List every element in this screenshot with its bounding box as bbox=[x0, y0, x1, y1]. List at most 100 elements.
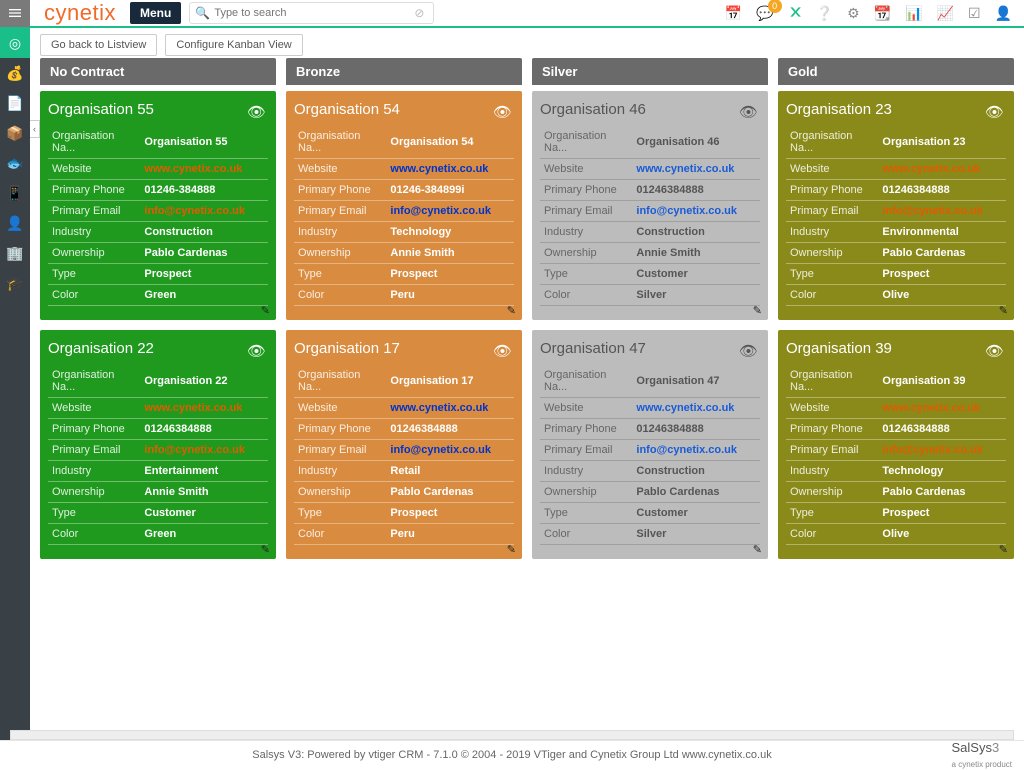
field-value[interactable]: www.cynetix.co.uk bbox=[140, 159, 268, 180]
edit-icon[interactable]: ✎ bbox=[753, 543, 762, 556]
eye-icon[interactable]: 👁 bbox=[493, 342, 512, 360]
field-value: Retail bbox=[386, 461, 514, 482]
sidebar-item-target[interactable]: ◎ bbox=[0, 28, 30, 58]
bar-chart-icon[interactable]: 📊 bbox=[905, 5, 922, 22]
column-body[interactable]: Organisation 54👁Organisation Na...Organi… bbox=[286, 91, 528, 728]
kanban-card[interactable]: Organisation 17👁Organisation Na...Organi… bbox=[286, 330, 522, 559]
toolbar: Go back to Listview Configure Kanban Vie… bbox=[30, 30, 1024, 60]
field-label: Website bbox=[294, 398, 386, 419]
edit-icon[interactable]: ✎ bbox=[753, 304, 762, 317]
column-body[interactable]: Organisation 55👁Organisation Na...Organi… bbox=[40, 91, 282, 728]
field-value[interactable]: info@cynetix.co.uk bbox=[140, 440, 268, 461]
field-value: 01246384888 bbox=[632, 419, 760, 440]
card-fields: Organisation Na...Organisation 46Website… bbox=[540, 126, 760, 306]
checkbox-icon[interactable]: ☑ bbox=[968, 5, 981, 22]
field-value[interactable]: info@cynetix.co.uk bbox=[386, 201, 514, 222]
field-value[interactable]: info@cynetix.co.uk bbox=[878, 201, 1006, 222]
menu-button[interactable]: Menu bbox=[130, 2, 181, 24]
card-row: ColorSilver bbox=[540, 285, 760, 306]
sidebar-item-fish[interactable]: 🐟 bbox=[0, 148, 30, 178]
help-icon[interactable]: ❔ bbox=[816, 5, 833, 22]
field-value[interactable]: info@cynetix.co.uk bbox=[386, 440, 514, 461]
field-label: Industry bbox=[294, 461, 386, 482]
field-value[interactable]: info@cynetix.co.uk bbox=[632, 440, 760, 461]
field-value[interactable]: www.cynetix.co.uk bbox=[140, 398, 268, 419]
field-value[interactable]: www.cynetix.co.uk bbox=[386, 398, 514, 419]
back-to-listview-button[interactable]: Go back to Listview bbox=[40, 34, 157, 56]
configure-kanban-button[interactable]: Configure Kanban View bbox=[165, 34, 302, 56]
area-chart-icon[interactable]: 📈 bbox=[937, 5, 954, 22]
edit-icon[interactable]: ✎ bbox=[999, 543, 1008, 556]
field-value[interactable]: info@cynetix.co.uk bbox=[140, 201, 268, 222]
user-icon[interactable]: 👤 bbox=[995, 5, 1012, 22]
field-value: Green bbox=[140, 285, 268, 306]
notifications-icon[interactable]: 💬0 bbox=[756, 5, 773, 22]
card-fields: Organisation Na...Organisation 54Website… bbox=[294, 126, 514, 306]
card-row: ColorOlive bbox=[786, 524, 1006, 545]
edit-icon[interactable]: ✎ bbox=[261, 543, 270, 556]
edit-icon[interactable]: ✎ bbox=[999, 304, 1008, 317]
column-header: Gold bbox=[778, 58, 1014, 85]
hamburger-menu[interactable] bbox=[0, 0, 30, 27]
search-input[interactable] bbox=[189, 2, 434, 24]
field-label: Type bbox=[294, 264, 386, 285]
search-wrap: 🔍 ⊘ bbox=[189, 2, 724, 24]
column-body[interactable]: Organisation 46👁Organisation Na...Organi… bbox=[532, 91, 774, 728]
eye-icon[interactable]: 👁 bbox=[739, 103, 758, 121]
clear-search-icon[interactable]: ⊘ bbox=[414, 6, 424, 20]
kanban-card[interactable]: Organisation 55👁Organisation Na...Organi… bbox=[40, 91, 276, 320]
field-label: Type bbox=[294, 503, 386, 524]
eye-icon[interactable]: 👁 bbox=[247, 103, 266, 121]
eye-icon[interactable]: 👁 bbox=[985, 342, 1004, 360]
kanban-card[interactable]: Organisation 22👁Organisation Na...Organi… bbox=[40, 330, 276, 559]
card-row: OwnershipAnnie Smith bbox=[48, 482, 268, 503]
sidebar-item-person[interactable]: 👤 bbox=[0, 208, 30, 238]
kanban-column: SilverOrganisation 46👁Organisation Na...… bbox=[532, 58, 768, 728]
kanban-card[interactable]: Organisation 39👁Organisation Na...Organi… bbox=[778, 330, 1014, 559]
app-header: cynetix Menu 🔍 ⊘ 📅 💬0 ❔ ⚙ 📆 📊 📈 ☑ 👤 bbox=[0, 0, 1024, 28]
horizontal-scrollbar[interactable] bbox=[10, 730, 1014, 740]
kanban-card[interactable]: Organisation 46👁Organisation Na...Organi… bbox=[532, 91, 768, 320]
eye-icon[interactable]: 👁 bbox=[739, 342, 758, 360]
sidebar-item-building[interactable]: 🏢 bbox=[0, 238, 30, 268]
field-value[interactable]: www.cynetix.co.uk bbox=[386, 159, 514, 180]
field-label: Primary Email bbox=[48, 201, 140, 222]
calendar-icon[interactable]: 📆 bbox=[874, 5, 891, 22]
edit-icon[interactable]: ✎ bbox=[261, 304, 270, 317]
field-value[interactable]: www.cynetix.co.uk bbox=[632, 398, 760, 419]
field-label: Primary Email bbox=[294, 440, 386, 461]
field-value: Organisation 23 bbox=[878, 126, 1006, 159]
kanban-card[interactable]: Organisation 54👁Organisation Na...Organi… bbox=[286, 91, 522, 320]
edit-icon[interactable]: ✎ bbox=[507, 304, 516, 317]
column-body[interactable]: Organisation 23👁Organisation Na...Organi… bbox=[778, 91, 1014, 728]
field-label: Color bbox=[786, 285, 878, 306]
app-logo-icon[interactable] bbox=[788, 5, 802, 22]
card-row: IndustryEntertainment bbox=[48, 461, 268, 482]
collapse-sidebar[interactable]: ‹ bbox=[30, 120, 40, 138]
eye-icon[interactable]: 👁 bbox=[493, 103, 512, 121]
card-row: OwnershipPablo Cardenas bbox=[48, 243, 268, 264]
field-value[interactable]: info@cynetix.co.uk bbox=[632, 201, 760, 222]
kanban-card[interactable]: Organisation 23👁Organisation Na...Organi… bbox=[778, 91, 1014, 320]
field-value: Organisation 22 bbox=[140, 365, 268, 398]
field-value[interactable]: www.cynetix.co.uk bbox=[878, 159, 1006, 180]
field-label: Website bbox=[786, 159, 878, 180]
field-value[interactable]: www.cynetix.co.uk bbox=[632, 159, 760, 180]
sidebar-item-document[interactable]: 📄 bbox=[0, 88, 30, 118]
field-value[interactable]: www.cynetix.co.uk bbox=[878, 398, 1006, 419]
field-value: Pablo Cardenas bbox=[632, 482, 760, 503]
eye-icon[interactable]: 👁 bbox=[985, 103, 1004, 121]
sidebar-item-money[interactable]: 💰 bbox=[0, 58, 30, 88]
kanban-card[interactable]: Organisation 47👁Organisation Na...Organi… bbox=[532, 330, 768, 559]
settings-icon[interactable]: ⚙ bbox=[847, 5, 860, 22]
sidebar-item-device[interactable]: 📱 bbox=[0, 178, 30, 208]
sidebar-item-graduate[interactable]: 🎓 bbox=[0, 268, 30, 298]
edit-icon[interactable]: ✎ bbox=[507, 543, 516, 556]
sidebar-item-box[interactable]: 📦 bbox=[0, 118, 30, 148]
calendar-today-icon[interactable]: 📅 bbox=[725, 5, 742, 22]
field-value: Prospect bbox=[140, 264, 268, 285]
field-value: Customer bbox=[632, 503, 760, 524]
eye-icon[interactable]: 👁 bbox=[247, 342, 266, 360]
card-row: Primary Phone01246384888 bbox=[294, 419, 514, 440]
field-value[interactable]: info@cynetix.co.uk bbox=[878, 440, 1006, 461]
